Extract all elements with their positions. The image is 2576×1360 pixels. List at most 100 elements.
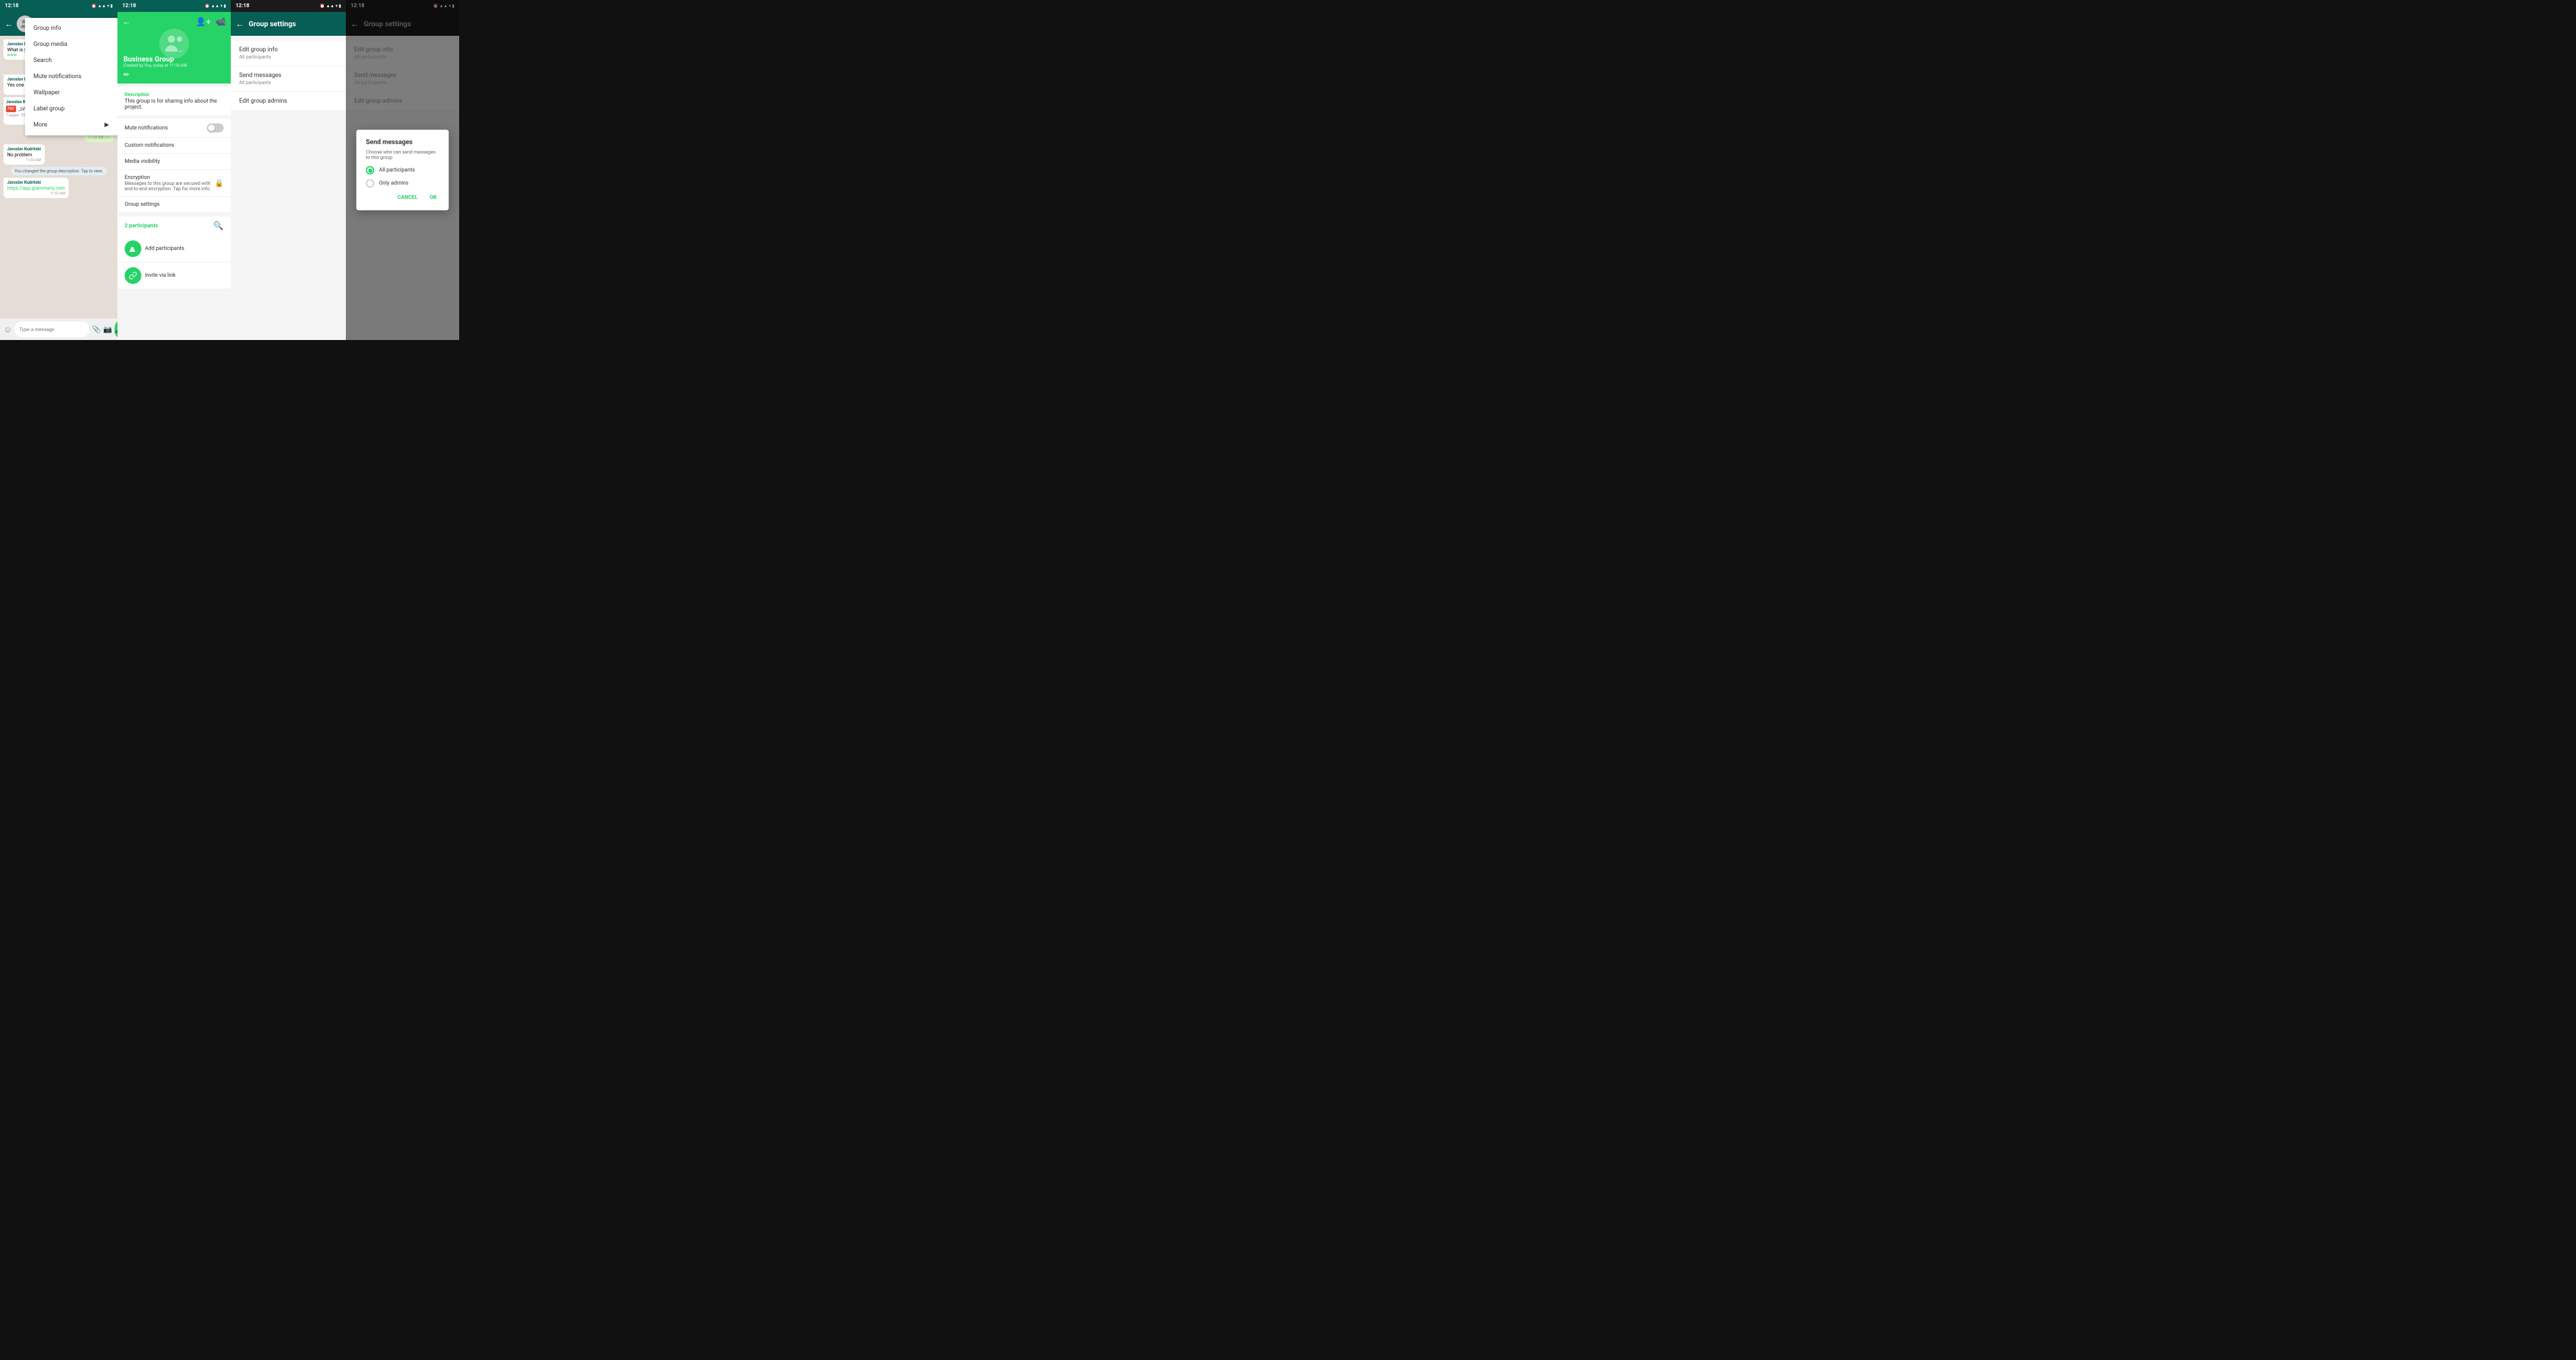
send-messages-sub: All participants [239,80,338,85]
invite-via-link-label: Invite via link [145,273,176,279]
wifi-icon: ▾ [107,4,110,8]
add-participants-item[interactable]: Add participants [117,236,231,262]
alarm-icon: ⏰ [320,4,325,8]
emoji-icon[interactable]: ☺ [4,324,12,335]
list-item: Jaroslav Kudritski https://app.grammarly… [4,178,69,198]
description-label: Description [125,92,224,97]
group-avatar-large [159,29,189,58]
signal-icon: ▲▲ [98,4,106,8]
menu-item-label: Mute notifications [33,73,82,80]
radio-selected-icon [366,166,374,175]
menu-item-group-media[interactable]: Group media [25,36,117,52]
time-3: 12:18 [236,3,249,9]
custom-notifications-item[interactable]: Custom notifications [117,138,231,154]
msg-time: 11:33 AM [7,158,41,162]
status-icons-2: ⏰ ▲▲ ▾ ▮ [205,4,226,8]
mute-notifications-item[interactable]: Mute notifications [117,119,231,138]
add-participant-icon[interactable]: 👤+ [196,17,210,27]
edit-group-info-item[interactable]: Edit group info All participants [231,41,346,66]
mute-toggle[interactable] [207,123,224,132]
status-bar-2: 12:18 ⏰ ▲▲ ▾ ▮ [117,0,231,12]
group-info-header: ← 👤+ 📹 Business Group Created by You, to… [117,12,231,84]
edit-group-admins-title: Edit group admins [239,98,338,104]
ok-button[interactable]: OK [428,194,439,202]
status-icons-3: ⏰ ▲▲ ▾ ▮ [320,4,341,8]
msg-time: 11:33 AM ✓✓ [88,135,110,140]
add-participant-icon [125,240,141,257]
group-settings-items: Edit group info All participants Send me… [231,41,346,111]
radio-admins-label: Only admins [379,181,409,187]
battery-icon: ▮ [339,4,341,8]
encryption-sub: Messages to this group are secured with … [125,181,215,191]
edit-pen-icon[interactable]: ✏ [123,70,129,79]
chat-input-bar: ☺ 📎 📷 🎤 [0,319,117,340]
group-settings-dialog-panel: 12:18 ⏰ ▲▲ ▾ ▮ ← Group settings Edit gro… [346,0,459,340]
participants-count: 2 participants [125,223,158,229]
sender-name: Jaroslav Kudritski [7,147,41,152]
msg-text: No problem [7,152,41,157]
back-arrow-icon[interactable]: ← [236,19,244,29]
menu-item-label-group[interactable]: Label group [25,101,117,117]
menu-item-wallpaper[interactable]: Wallpaper [25,85,117,101]
menu-item-group-info[interactable]: Group info [25,20,117,36]
encryption-item[interactable]: Encryption Messages to this group are se… [117,170,231,197]
alarm-icon: ⏰ [91,4,97,8]
status-bar-3: 12:18 ⏰ ▲▲ ▾ ▮ [231,0,346,12]
system-message: You changed the group description. Tap t… [11,167,106,175]
add-participants-label: Add participants [145,246,184,252]
status-bar-1: 12:18 ⏰ ▲▲ ▾ ▮ [0,0,117,12]
group-settings-header: ← Group settings [231,12,346,36]
dialog-title: Send messages [366,138,439,146]
video-icon[interactable]: 📹 [216,17,226,27]
sender-name: Jaroslav Kudritski [7,180,65,185]
list-item: Jaroslav Kudritski No problem 11:33 AM [4,144,45,165]
radio-unselected-icon [366,180,374,188]
group-created: Created by You, today at 11:18 AM [123,63,187,68]
edit-group-admins-item[interactable]: Edit group admins [231,92,346,111]
alarm-icon: ⏰ [205,4,210,8]
group-settings-list: Mute notifications Custom notifications … [117,119,231,213]
cancel-button[interactable]: CANCEL [395,194,420,202]
invite-via-link-item[interactable]: Invite via link [117,262,231,289]
encryption-label: Encryption [125,175,215,181]
message-input[interactable] [14,322,89,337]
msg-time: 11:52 AM [7,191,65,196]
dialog-actions: CANCEL OK [366,194,439,202]
msg-link: https://app.grammarly.com [7,186,65,191]
group-header-top: ← 👤+ 📹 [117,17,231,27]
group-settings-label: Group settings [125,202,160,208]
edit-group-info-sub: All participants [239,54,338,60]
chevron-right-icon: ▶ [104,122,109,128]
lock-icon: 🔒 [215,179,224,187]
send-messages-item[interactable]: Send messages All participants [231,66,346,92]
back-arrow-icon[interactable]: ← [122,17,131,27]
search-icon[interactable]: 🔍 [213,221,224,231]
custom-label: Custom notifications [125,143,174,149]
menu-item-search[interactable]: Search [25,52,117,69]
time-2: 12:18 [122,3,136,9]
radio-only-admins[interactable]: Only admins [366,180,439,188]
menu-item-label: Group media [33,41,67,48]
radio-all-label: All participants [379,168,415,174]
media-visibility-item[interactable]: Media visibility [117,154,231,170]
signal-icon: ▲▲ [326,4,335,8]
menu-item-label: Wallpaper [33,89,60,96]
mute-label: Mute notifications [125,125,168,131]
description-text: This group is for sharing info about the… [125,98,224,110]
menu-item-label: More [33,122,47,128]
participants-header: 2 participants 🔍 [117,217,231,236]
menu-item-label: Group info [33,25,61,32]
wifi-icon: ▾ [221,4,223,8]
context-menu: Group info Group media Search Mute notif… [25,18,117,135]
menu-item-mute[interactable]: Mute notifications [25,69,117,85]
chat-panel: 12:18 ⏰ ▲▲ ▾ ▮ ← Business Group Jaroslav… [0,0,117,340]
invite-link-icon [125,267,141,284]
radio-all-participants[interactable]: All participants [366,166,439,175]
attachment-icon[interactable]: 📎 [92,325,101,333]
menu-item-label: Search [33,57,52,64]
back-arrow-icon[interactable]: ← [5,19,13,29]
group-settings-item[interactable]: Group settings [117,197,231,213]
menu-item-more[interactable]: More ▶ [25,117,117,133]
camera-icon[interactable]: 📷 [103,325,112,333]
group-description-section: Description This group is for sharing in… [117,87,231,115]
